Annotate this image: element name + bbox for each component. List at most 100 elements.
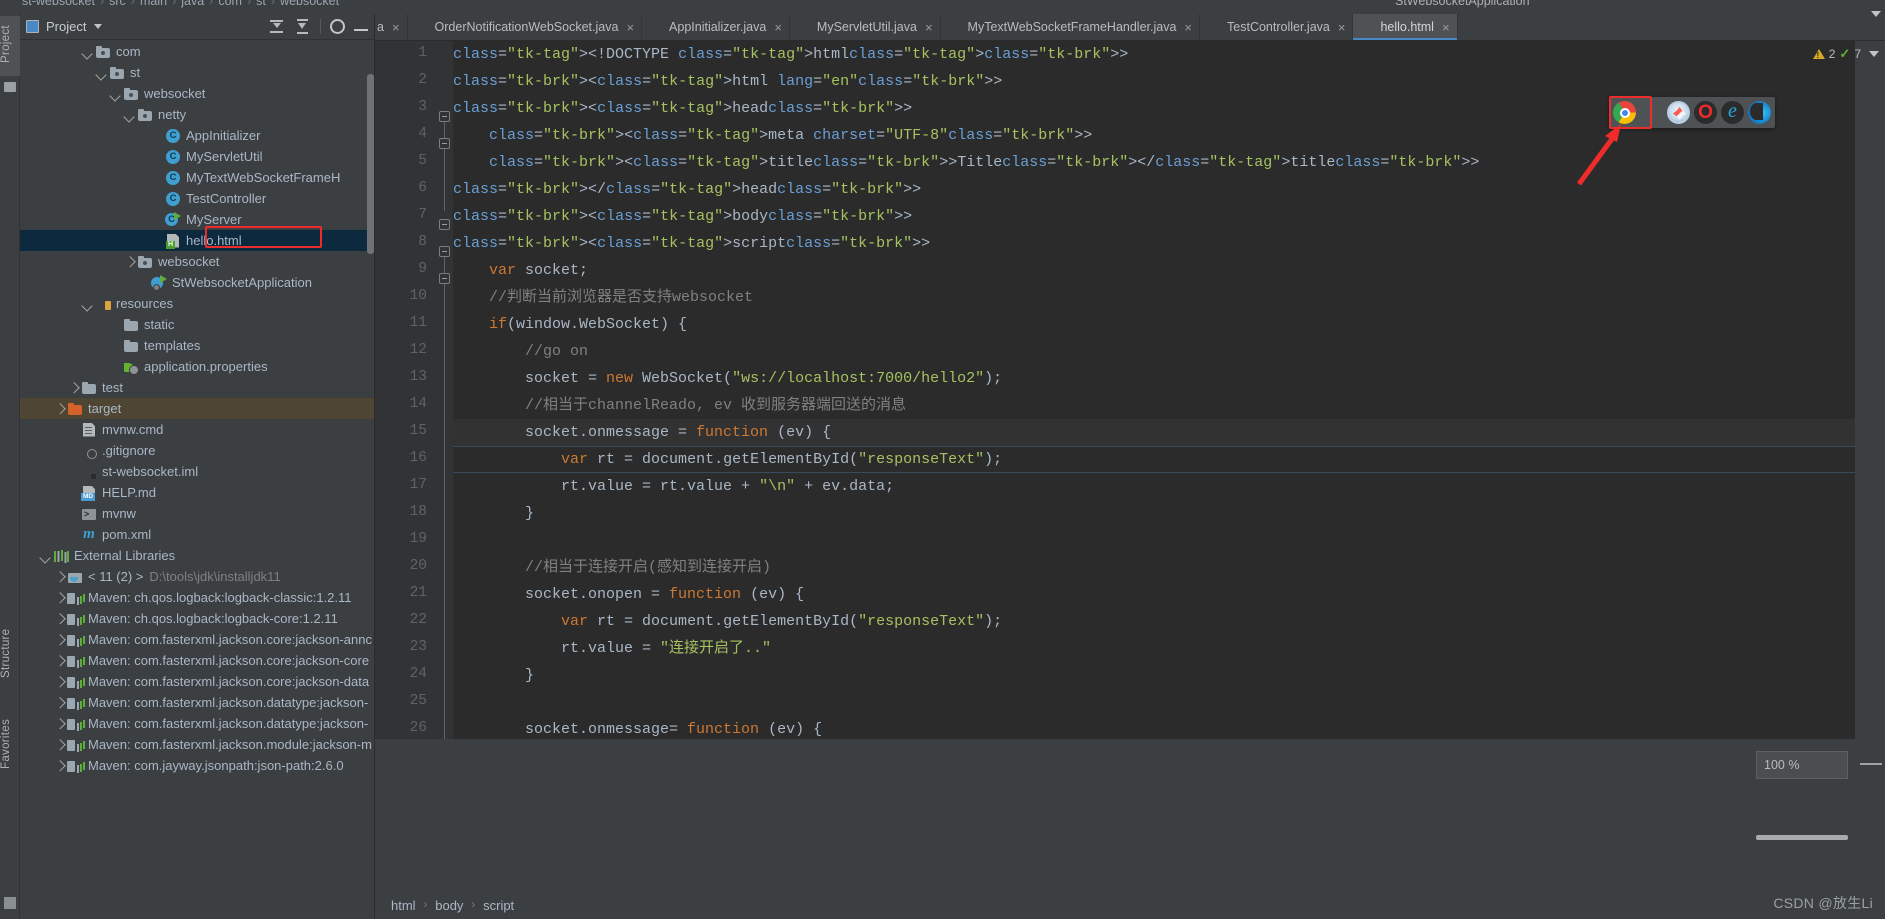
code-editor[interactable]: 1 2 3 4 5 6 7 8 9 10 11 12 13 14 15 16 17 18 19 20 21 22 23 24 2…	[375, 41, 1885, 739]
chevron-down-icon[interactable]	[1869, 51, 1879, 57]
top-breadcrumb-item[interactable]: st	[256, 0, 266, 8]
chevron-right-icon[interactable]	[54, 571, 65, 582]
chrome-browser-icon[interactable]	[1613, 101, 1636, 124]
zoom-slider[interactable]	[1860, 763, 1882, 765]
tree-node-mvnw-cmd[interactable]: mvnw.cmd	[20, 419, 374, 440]
code-line[interactable]: socket = new WebSocket("ws://localhost:7…	[453, 365, 1002, 392]
tree-node-static[interactable]: static	[20, 314, 374, 335]
close-icon[interactable]: ×	[1442, 21, 1450, 34]
top-breadcrumb-item[interactable]: com	[218, 0, 242, 8]
code-line[interactable]: socket.onmessage= function (ev) {	[453, 716, 822, 739]
minimize-icon[interactable]	[354, 29, 368, 31]
chevron-right-icon[interactable]	[124, 256, 135, 267]
tree-node-maven-com-jayway-jsonpath-json-path-2-6-0[interactable]: Maven: com.jayway.jsonpath:json-path:2.6…	[20, 755, 374, 776]
code-line[interactable]: class="tk-brk"></class="tk-tag">headclas…	[453, 176, 921, 203]
opera-browser-icon[interactable]	[1694, 101, 1717, 124]
code-line[interactable]: var rt = document.getElementById("respon…	[453, 608, 1002, 635]
code-line[interactable]: var socket;	[453, 257, 588, 284]
tab-testcontroller-java[interactable]: TestController.java ×	[1200, 14, 1354, 40]
tree-node-mytextwebsocketframeh[interactable]: MyTextWebSocketFrameH	[20, 167, 374, 188]
zoom-level-box[interactable]: 100 %	[1756, 751, 1848, 779]
tree-node-websocket[interactable]: websocket	[20, 251, 374, 272]
code-line[interactable]: class="tk-tag"><!DOCTYPE class="tk-tag">…	[453, 41, 1128, 68]
code-line[interactable]: //相当于连接开启(感知到连接开启)	[453, 554, 771, 581]
close-icon[interactable]: ×	[392, 21, 400, 34]
tab-ordernotificationwebsocket-java[interactable]: OrderNotificationWebSocket.java ×	[408, 14, 643, 40]
close-icon[interactable]: ×	[1338, 21, 1346, 34]
tree-node-maven-com-fasterxml-jackson-core-jackson-core[interactable]: Maven: com.fasterxml.jackson.core:jackso…	[20, 650, 374, 671]
breadcrumb-item-html[interactable]: html	[391, 898, 416, 913]
top-breadcrumb-item[interactable]: websocket	[280, 0, 339, 8]
tab-appinitializer-java[interactable]: AppInitializer.java ×	[642, 14, 790, 40]
fold-marker-body[interactable]	[439, 246, 450, 257]
chevron-down-icon[interactable]	[124, 109, 135, 120]
code-line[interactable]: class="tk-brk"><class="tk-tag">html lang…	[453, 68, 1002, 95]
code-line[interactable]: class="tk-brk"><class="tk-tag">titleclas…	[453, 149, 1479, 176]
tab-hello-html[interactable]: hello.html ×	[1353, 14, 1458, 40]
tree-node-gitignore[interactable]: .gitignore	[20, 440, 374, 461]
close-icon[interactable]: ×	[925, 21, 933, 34]
chevron-down-icon[interactable]	[82, 298, 93, 309]
chevron-right-icon[interactable]	[68, 382, 79, 393]
collapse-all-icon[interactable]	[268, 17, 285, 35]
tree-node-external-libraries[interactable]: External Libraries	[20, 545, 374, 566]
code-line[interactable]: //go on	[453, 338, 588, 365]
tab-partial[interactable]: a ×	[375, 14, 408, 40]
close-icon[interactable]: ×	[1184, 21, 1192, 34]
code-line[interactable]: }	[453, 500, 534, 527]
fold-marker-script[interactable]	[439, 273, 450, 284]
chevron-right-icon[interactable]	[54, 676, 65, 687]
close-icon[interactable]: ×	[774, 21, 782, 34]
tree-node-pom-xml[interactable]: pom.xml	[20, 524, 374, 545]
tree-node-websocket[interactable]: websocket	[20, 83, 374, 104]
tree-node-hello-html[interactable]: hello.html	[20, 230, 374, 251]
chevron-right-icon[interactable]	[54, 760, 65, 771]
chevron-right-icon[interactable]	[54, 592, 65, 603]
code-line[interactable]: socket.onmessage = function (ev) {	[453, 419, 831, 446]
project-scrollbar-thumb[interactable]	[367, 74, 374, 254]
top-breadcrumb-item[interactable]: st-websocket	[22, 0, 95, 8]
code-line[interactable]: rt.value = rt.value + "\n" + ev.data;	[453, 473, 894, 500]
tab-myservletutil-java[interactable]: MyServletUtil.java ×	[790, 14, 941, 40]
fold-marker-head-end[interactable]	[439, 219, 450, 230]
top-breadcrumb-item[interactable]: java	[181, 0, 204, 8]
tree-node-maven-ch-qos-logback-logback-core-1-2-11[interactable]: Maven: ch.qos.logback:logback-core:1.2.1…	[20, 608, 374, 629]
chevron-right-icon[interactable]	[54, 613, 65, 624]
tree-node-mvnw[interactable]: mvnw	[20, 503, 374, 524]
tool-tab-structure[interactable]: Structure	[0, 614, 20, 692]
tree-node-myserver[interactable]: MyServer	[20, 209, 374, 230]
code-text[interactable]: class="tk-tag"><!DOCTYPE class="tk-tag">…	[453, 41, 1885, 739]
tree-node-templates[interactable]: templates	[20, 335, 374, 356]
code-line[interactable]: rt.value = "连接开启了.."	[453, 635, 771, 662]
tree-node-maven-com-fasterxml-jackson-datatype-jackson[interactable]: Maven: com.fasterxml.jackson.datatype:ja…	[20, 692, 374, 713]
chevron-down-icon[interactable]	[82, 46, 93, 57]
horizontal-scrollbar-thumb[interactable]	[1756, 835, 1848, 840]
tree-node-test[interactable]: test	[20, 377, 374, 398]
breadcrumb-item-script[interactable]: script	[483, 898, 514, 913]
tree-node-testcontroller[interactable]: TestController	[20, 188, 374, 209]
tree-node-target[interactable]: target	[20, 398, 374, 419]
tool-tab-project[interactable]: Project	[0, 16, 20, 76]
code-line[interactable]: class="tk-brk"><class="tk-tag">bodyclass…	[453, 203, 912, 230]
chevron-down-icon[interactable]	[1871, 10, 1881, 17]
tree-node-st-websocket-iml[interactable]: st-websocket.iml	[20, 461, 374, 482]
tree-node-maven-com-fasterxml-jackson-module-jackson-m[interactable]: Maven: com.fasterxml.jackson.module:jack…	[20, 734, 374, 755]
close-icon[interactable]: ×	[626, 21, 634, 34]
chevron-right-icon[interactable]	[54, 718, 65, 729]
code-line[interactable]: class="tk-brk"><class="tk-tag">headclass…	[453, 95, 912, 122]
fold-marker-html[interactable]	[439, 111, 450, 122]
tree-node-maven-com-fasterxml-jackson-datatype-jackson[interactable]: Maven: com.fasterxml.jackson.datatype:ja…	[20, 713, 374, 734]
code-line[interactable]: //判断当前浏览器是否支持websocket	[453, 284, 753, 311]
chevron-right-icon[interactable]	[54, 634, 65, 645]
tree-node-resources[interactable]: resources	[20, 293, 374, 314]
tree-node-maven-ch-qos-logback-logback-classic-1-2-11[interactable]: Maven: ch.qos.logback:logback-classic:1.…	[20, 587, 374, 608]
fold-marker-head[interactable]	[439, 138, 450, 149]
editor-gutter[interactable]: 1 2 3 4 5 6 7 8 9 10 11 12 13 14 15 16 17 18 19 20 21 22 23 24 2…	[375, 41, 437, 739]
tree-node-st[interactable]: st	[20, 62, 374, 83]
top-breadcrumb-item[interactable]: src	[109, 0, 126, 8]
code-line[interactable]: class="tk-brk"><class="tk-tag">scriptcla…	[453, 230, 930, 257]
code-line[interactable]: var rt = document.getElementById("respon…	[453, 446, 1002, 473]
edge-browser-icon[interactable]	[1748, 101, 1771, 124]
editor-tabs-overflow[interactable]	[1871, 0, 1881, 27]
code-line[interactable]: socket.onopen = function (ev) {	[453, 581, 804, 608]
